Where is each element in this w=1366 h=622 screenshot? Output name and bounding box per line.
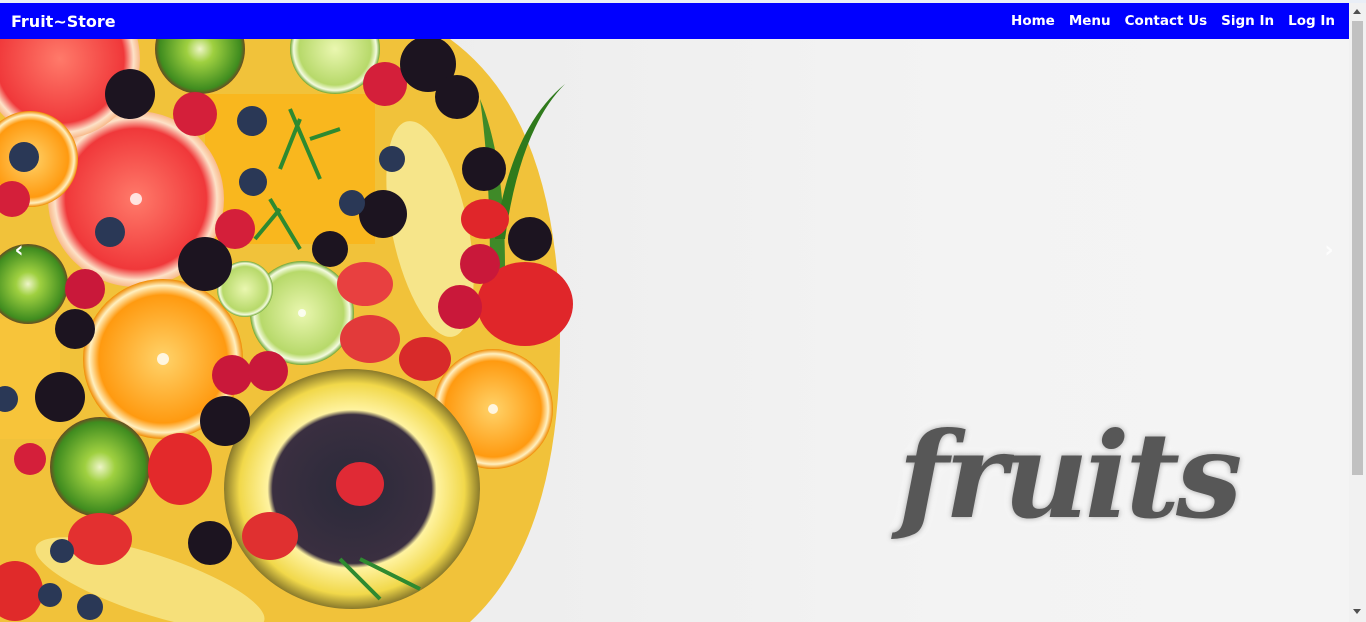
nav-links: Home Menu Contact Us Sign In Log In [1011, 13, 1335, 29]
navbar: Fruit~Store Home Menu Contact Us Sign In… [0, 3, 1349, 39]
carousel-next-button[interactable]: › [1317, 235, 1341, 265]
carousel-prev-button[interactable]: ‹ [7, 235, 31, 265]
scroll-thumb[interactable] [1352, 21, 1363, 475]
nav-link-menu[interactable]: Menu [1069, 13, 1111, 29]
nav-link-sign-in[interactable]: Sign In [1221, 13, 1274, 29]
nav-link-contact-us[interactable]: Contact Us [1125, 13, 1208, 29]
page: Fruit~Store Home Menu Contact Us Sign In… [0, 0, 1366, 622]
scroll-down-icon[interactable] [1353, 609, 1361, 614]
nav-link-log-in[interactable]: Log In [1288, 13, 1335, 29]
page-scrollbar[interactable] [1349, 3, 1366, 622]
scroll-up-icon[interactable] [1353, 9, 1361, 14]
slide-image [0, 39, 573, 622]
hero-carousel: ‹ › fruits [0, 39, 1349, 622]
slide-caption: fruits [898, 406, 1242, 545]
brand-logo[interactable]: Fruit~Store [11, 12, 116, 31]
nav-link-home[interactable]: Home [1011, 13, 1055, 29]
